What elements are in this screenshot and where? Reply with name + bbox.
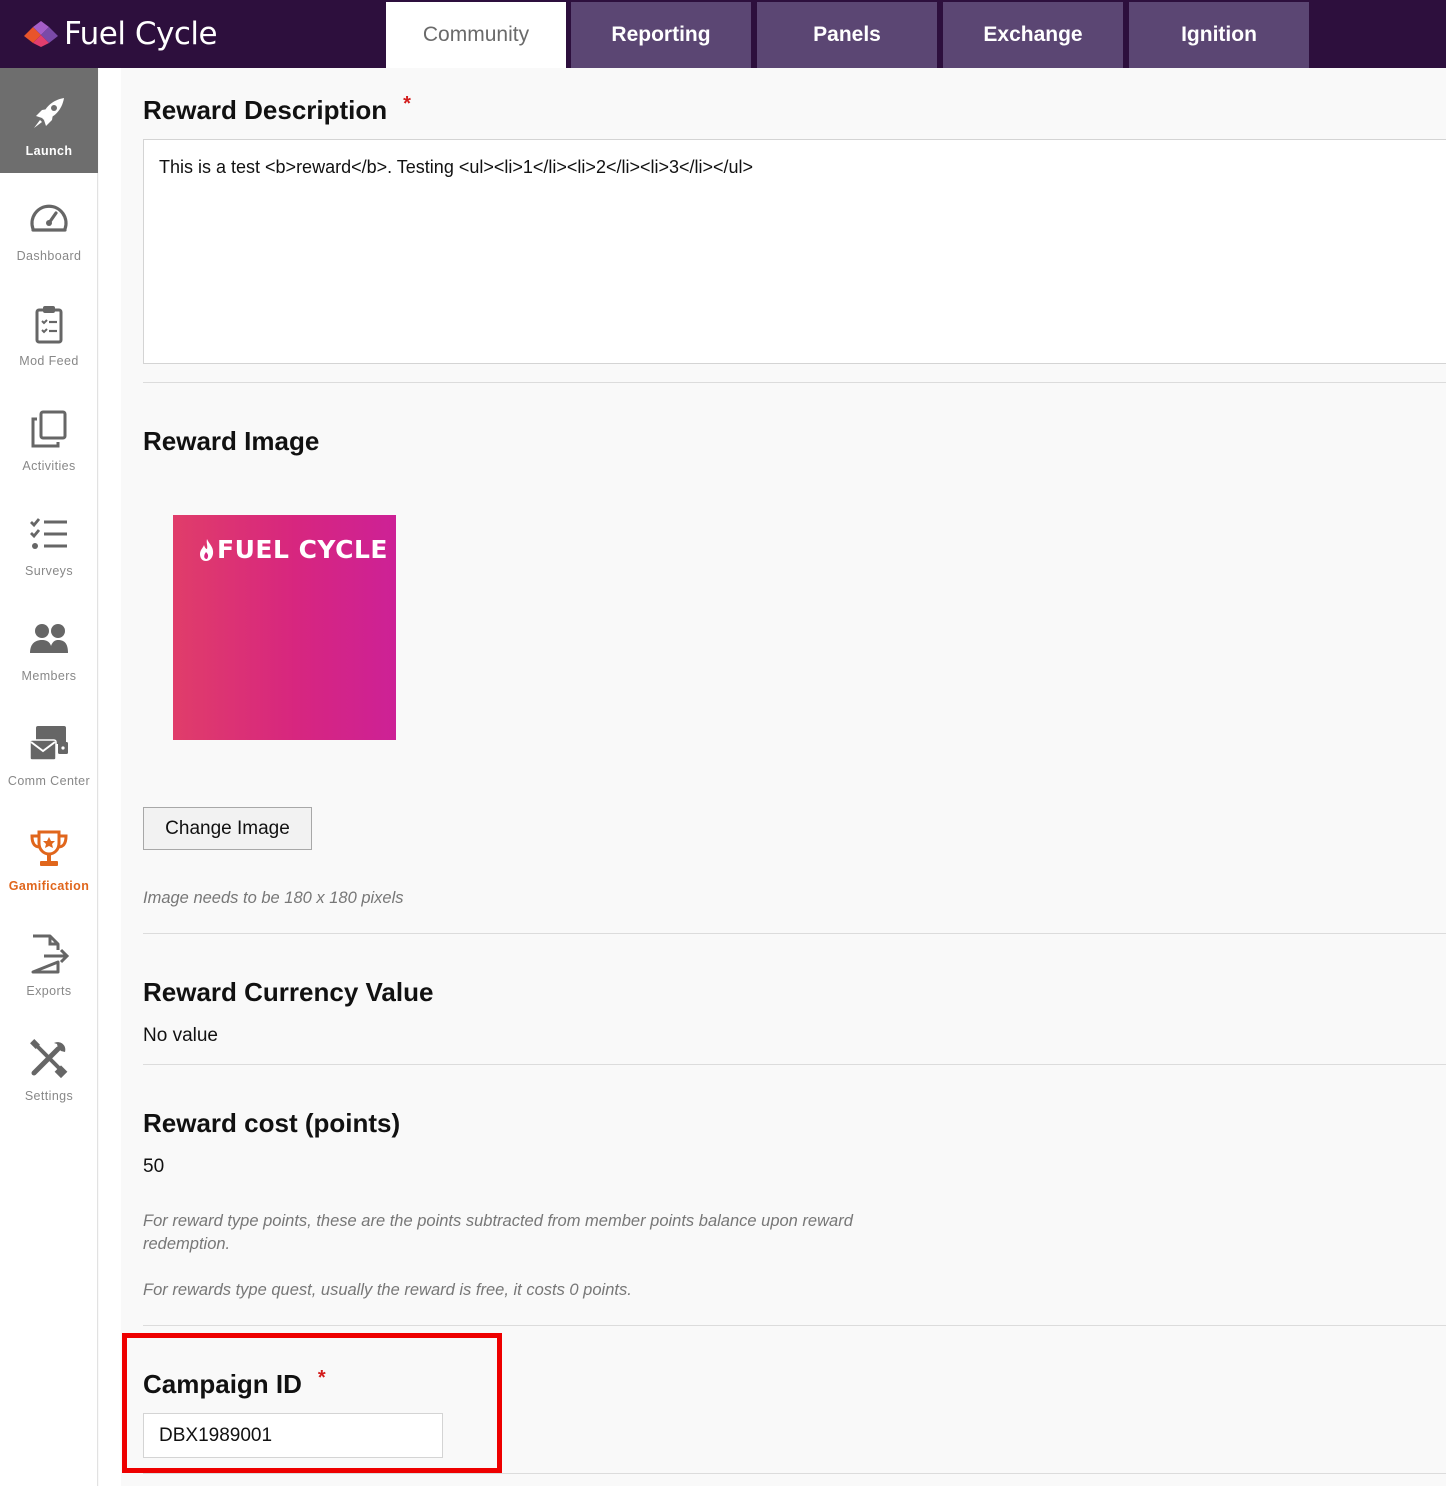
logo-text: Fuel Cycle: [64, 16, 218, 52]
sidebar-item-mod-feed[interactable]: Mod Feed: [0, 278, 98, 383]
change-image-button[interactable]: Change Image: [143, 807, 312, 850]
tab-ignition[interactable]: Ignition: [1129, 2, 1309, 68]
sidebar-item-label: Surveys: [25, 564, 73, 578]
checklist-icon: [30, 518, 67, 549]
tab-label: Reporting: [611, 23, 711, 46]
section-divider: [143, 1473, 1446, 1474]
tab-panels[interactable]: Panels: [757, 2, 937, 68]
sidebar-item-label: Exports: [26, 984, 72, 998]
reward-image-preview: FUEL CYCLE: [173, 515, 396, 740]
sidebar-item-label: Launch: [25, 144, 73, 158]
sidebar-item-label: Settings: [24, 1089, 74, 1103]
sidebar-item-label: Members: [21, 669, 77, 683]
flame-icon: [200, 538, 214, 561]
sidebar-item-label: Dashboard: [16, 249, 82, 263]
tab-reporting[interactable]: Reporting: [571, 2, 751, 68]
reward-description-textarea[interactable]: This is a test <b>reward</b>. Testing <u…: [143, 139, 1446, 364]
top-nav-bar: Fuel Cycle Community Reporting Panels Ex…: [0, 0, 1446, 68]
sidebar: Launch Dashboard Mod Feed Activities Sur…: [0, 68, 98, 1486]
image-brand-text: FUEL CYCLE: [217, 535, 389, 564]
mail-chat-icon: [29, 726, 68, 761]
content-gutter: [99, 68, 121, 1486]
required-marker: *: [317, 1367, 326, 1389]
field-label: Reward Image: [143, 426, 320, 456]
tab-label: Ignition: [1181, 23, 1257, 46]
field-label: Reward Currency Value: [143, 977, 434, 1007]
gauge-icon: [30, 204, 68, 232]
rocket-icon: [34, 98, 64, 128]
app-logo[interactable]: Fuel Cycle: [24, 14, 218, 54]
sidebar-item-members[interactable]: Members: [0, 593, 98, 698]
reward-cost-heading: Reward cost (points): [143, 1108, 400, 1139]
tab-label: Community: [422, 23, 530, 46]
tab-community[interactable]: Community: [386, 2, 566, 68]
reward-currency-heading: Reward Currency Value: [143, 977, 433, 1008]
copy-icon: [31, 410, 67, 448]
required-marker: *: [403, 93, 411, 115]
file-export-icon: [31, 934, 70, 974]
sidebar-item-label: Gamification: [8, 879, 90, 893]
sidebar-item-label: Mod Feed: [19, 354, 79, 368]
section-divider: [143, 933, 1446, 934]
reward-description-heading: Reward Description *: [143, 93, 411, 126]
sidebar-item-comm-center[interactable]: Comm Center: [0, 698, 98, 803]
sidebar-item-label: Activities: [22, 459, 76, 473]
tab-label: Exchange: [983, 23, 1083, 46]
field-label: Reward cost (points): [143, 1108, 401, 1138]
reward-currency-value: No value: [143, 1025, 218, 1046]
sidebar-item-settings[interactable]: Settings: [0, 1013, 98, 1118]
textarea-value: This is a test <b>reward</b>. Testing <u…: [159, 157, 754, 177]
reward-cost-help-points: For reward type points, these are the po…: [143, 1212, 853, 1253]
tab-exchange[interactable]: Exchange: [943, 2, 1123, 68]
button-label: Change Image: [165, 817, 290, 839]
sidebar-item-exports[interactable]: Exports: [0, 908, 98, 1013]
reward-cost-help-quest: For rewards type quest, usually the rewa…: [143, 1281, 632, 1299]
tab-label: Panels: [813, 23, 881, 46]
section-divider: [143, 1325, 1446, 1326]
field-label: Campaign ID: [143, 1369, 302, 1399]
sidebar-item-surveys[interactable]: Surveys: [0, 488, 98, 593]
fuel-cycle-logo-icon: [24, 21, 58, 47]
sidebar-item-dashboard[interactable]: Dashboard: [0, 173, 98, 278]
field-label: Reward Description: [143, 95, 388, 125]
campaign-id-heading: Campaign ID *: [143, 1367, 326, 1400]
input-value: DBX1989001: [159, 1424, 273, 1446]
image-help-text: Image needs to be 180 x 180 pixels: [143, 889, 404, 907]
users-icon: [30, 624, 68, 653]
reward-cost-value: 50: [143, 1156, 165, 1177]
tools-icon: [30, 1039, 68, 1079]
sidebar-item-launch[interactable]: Launch: [0, 68, 98, 173]
reward-form: Reward Description * This is a test <b>re…: [121, 68, 1446, 1486]
section-divider: [143, 382, 1446, 383]
sidebar-item-label: Comm Center: [7, 774, 91, 788]
reward-image-heading: Reward Image: [143, 426, 319, 457]
trophy-icon: [30, 830, 68, 866]
sidebar-item-activities[interactable]: Activities: [0, 383, 98, 488]
sidebar-item-gamification[interactable]: Gamification: [0, 803, 98, 908]
campaign-id-input[interactable]: DBX1989001: [143, 1413, 443, 1458]
image-brand-logo: FUEL CYCLE: [199, 535, 388, 564]
section-divider: [143, 1064, 1446, 1065]
clipboard-icon: [35, 306, 63, 344]
